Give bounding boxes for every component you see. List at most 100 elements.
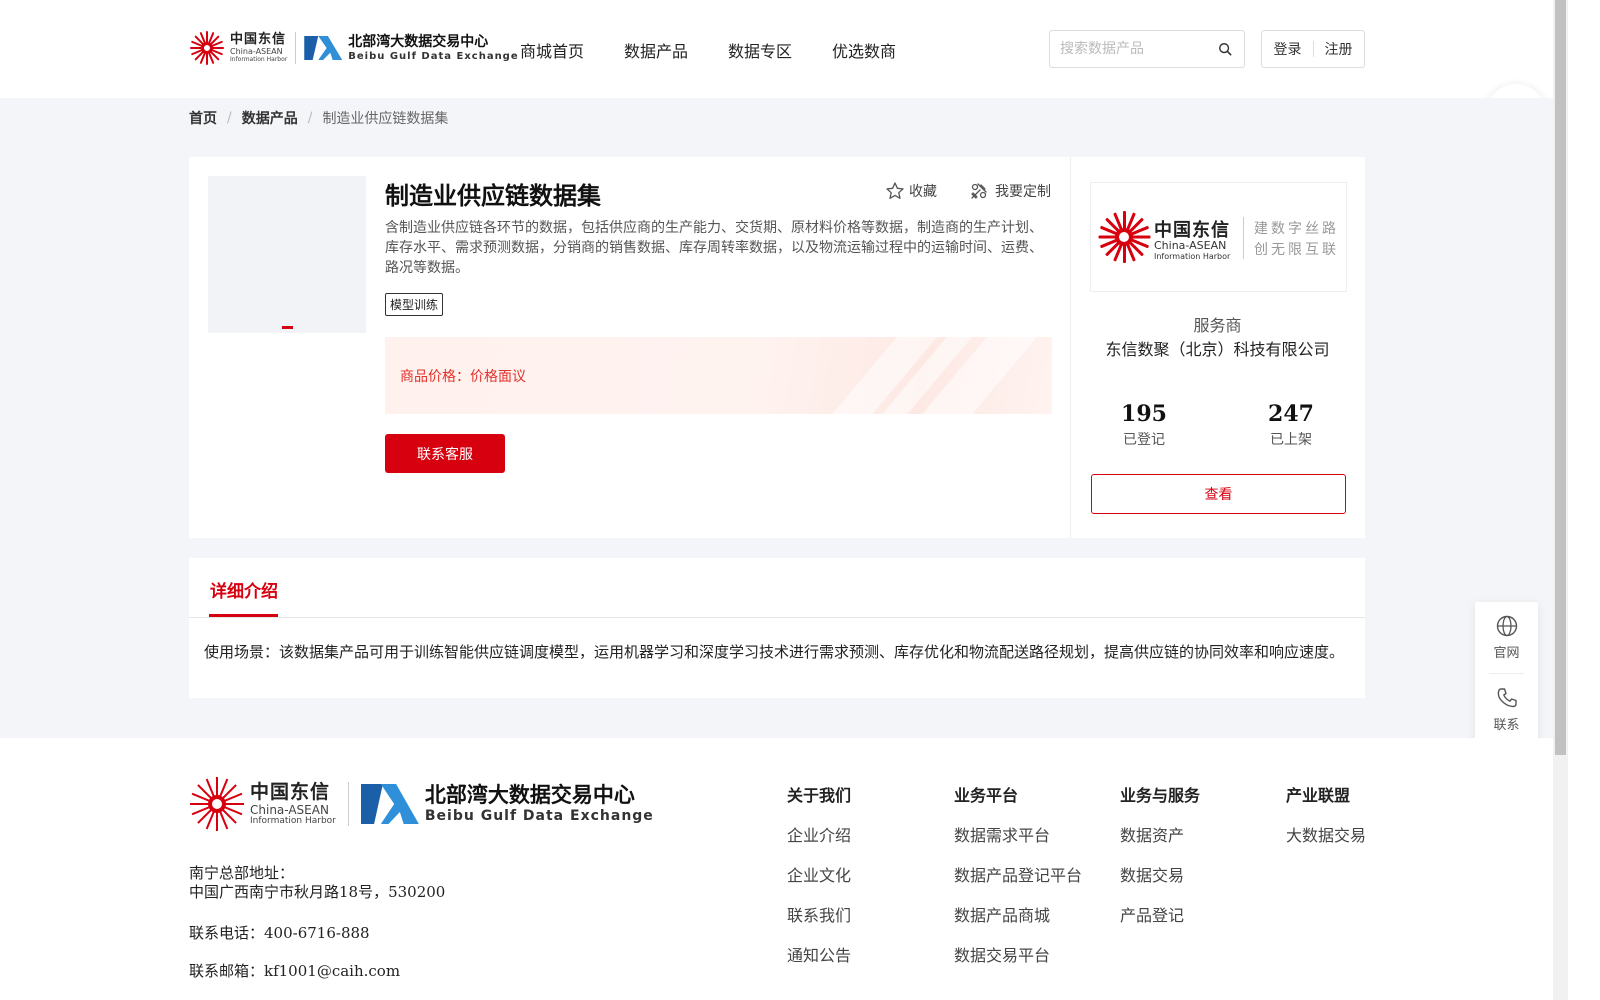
tools-icon xyxy=(971,183,987,199)
footer-link[interactable]: 数据资产 xyxy=(1120,822,1200,846)
registered-stat: 195 已登记 xyxy=(1094,401,1194,449)
registered-count: 195 xyxy=(1121,401,1167,427)
slogan-line-1: 建数字丝路 xyxy=(1254,221,1339,237)
logo-core xyxy=(1115,228,1133,246)
beibu-gulf-logo-icon xyxy=(304,34,343,62)
exchange-en: Beibu Gulf Data Exchange xyxy=(348,50,519,62)
main-nav: 商城首页 数据产品 数据专区 优选数商 xyxy=(520,38,896,62)
customize-button[interactable]: 我要定制 xyxy=(969,181,1051,201)
footer: 中国东信 China-ASEAN Information Harbor 北部湾大… xyxy=(0,738,1553,1000)
right-gutter xyxy=(1568,0,1600,1000)
scrollbar-thumb[interactable] xyxy=(1555,0,1566,755)
footer-link[interactable]: 数据交易 xyxy=(1120,862,1200,886)
footer-link[interactable]: 通知公告 xyxy=(787,942,851,966)
product-title: 制造业供应链数据集 xyxy=(385,182,601,210)
footer-link[interactable]: 联系我们 xyxy=(787,902,851,926)
nav-mall-home[interactable]: 商城首页 xyxy=(520,38,584,62)
listed-label: 已上架 xyxy=(1270,432,1312,448)
product-description: 含制造业供应链各环节的数据，包括供应商的生产能力、交货期、原材料价格等数据，制造… xyxy=(385,220,1043,276)
nav-data-zone[interactable]: 数据专区 xyxy=(728,38,792,62)
footer-logo: 中国东信 China-ASEAN Information Harbor 北部湾大… xyxy=(189,776,654,832)
address-label: 南宁总部地址： xyxy=(189,864,295,882)
price-text: 商品价格：价格面议 xyxy=(400,366,526,386)
footer-logo-text: 中国东信 China-ASEAN Information Harbor xyxy=(250,782,336,826)
breadcrumb-separator: / xyxy=(307,110,313,126)
footer-col-alliance: 产业联盟 大数据交易 xyxy=(1286,782,1366,862)
footer-address: 南宁总部地址： 中国广西南宁市秋月路18号，530200 xyxy=(189,864,445,902)
site-logo[interactable]: 中国东信 China-ASEAN Information Harbor 北部湾大… xyxy=(189,26,519,70)
detail-section: 详细介绍 使用场景：该数据集产品可用于训练智能供应链调度模型，运用机器学习和深度… xyxy=(189,558,1365,698)
slogan-line-2: 创无限互联 xyxy=(1254,242,1339,258)
login-link[interactable]: 登录 xyxy=(1274,39,1302,59)
breadcrumb-home[interactable]: 首页 xyxy=(189,108,217,128)
search-input[interactable] xyxy=(1050,31,1210,67)
footer-col-platform: 业务平台 数据需求平台 数据产品登记平台 数据产品商城 数据交易平台 xyxy=(954,782,1082,982)
china-asean-logo-icon xyxy=(189,30,225,66)
footer-exchange-cn: 北部湾大数据交易中心 xyxy=(424,783,635,807)
phone-icon xyxy=(1497,688,1517,708)
product-tag: 模型训练 xyxy=(385,293,444,316)
contact-button[interactable]: 联系 xyxy=(1475,686,1538,733)
logo-divider xyxy=(295,32,297,64)
footer-link[interactable]: 企业介绍 xyxy=(787,822,851,846)
search-icon[interactable] xyxy=(1218,42,1232,56)
tab-detail[interactable]: 详细介绍 xyxy=(210,577,278,602)
provider-logo-divider xyxy=(1243,217,1244,259)
footer-link[interactable]: 数据需求平台 xyxy=(954,822,1082,846)
nav-data-products[interactable]: 数据产品 xyxy=(624,38,688,62)
footer-col-title: 业务平台 xyxy=(954,786,1019,805)
china-asean-logo-icon xyxy=(189,776,245,832)
product-card: 制造业供应链数据集 收藏 我要定制 含制造业供应链各环节的数据，包括供应商的生产… xyxy=(189,157,1365,538)
price-box: 商品价格：价格面议 xyxy=(385,337,1052,414)
globe-icon xyxy=(1496,615,1517,637)
provider-label: 服务商 xyxy=(1193,316,1242,335)
price-value: 价格面议 xyxy=(470,369,526,385)
logo-cn: 中国东信 xyxy=(230,32,287,47)
china-asean-logo-icon xyxy=(1097,210,1151,264)
breadcrumb-category[interactable]: 数据产品 xyxy=(242,108,298,128)
product-image[interactable] xyxy=(208,176,366,333)
official-site-button[interactable]: 官网 xyxy=(1475,614,1538,661)
provider-logo[interactable]: 中国东信 China-ASEAN Information Harbor 建数字丝… xyxy=(1090,182,1347,292)
contact-support-button[interactable]: 联系客服 xyxy=(385,434,505,473)
tabs-divider xyxy=(189,617,1365,618)
view-provider-button[interactable]: 查看 xyxy=(1091,474,1346,514)
footer-link[interactable]: 数据产品商城 xyxy=(954,902,1082,926)
official-site-label: 官网 xyxy=(1493,646,1520,661)
auth-box: 登录 注册 xyxy=(1261,30,1365,68)
page-scrollbar[interactable] xyxy=(1553,0,1568,1000)
footer-col-title: 关于我们 xyxy=(787,786,852,805)
exchange-cn: 北部湾大数据交易中心 xyxy=(348,33,489,50)
auth-divider xyxy=(1312,41,1314,57)
beibu-gulf-logo-text: 北部湾大数据交易中心 Beibu Gulf Data Exchange xyxy=(348,35,518,62)
provider-name: 东信数聚（北京）科技有限公司 xyxy=(1105,340,1330,359)
footer-phone: 联系电话：400-6716-888 xyxy=(189,924,370,942)
listed-stat: 247 已上架 xyxy=(1241,401,1341,449)
price-label: 商品价格： xyxy=(400,369,470,385)
footer-link[interactable]: 大数据交易 xyxy=(1286,822,1366,846)
registered-label: 已登记 xyxy=(1123,432,1165,448)
star-icon xyxy=(886,182,904,199)
logo-en: China-ASEAN xyxy=(230,47,283,56)
footer-logo-divider xyxy=(347,782,349,826)
listed-count: 247 xyxy=(1268,401,1314,427)
contact-label: 联系 xyxy=(1493,718,1520,733)
footer-email: 联系邮箱：kf1001@caih.com xyxy=(189,962,401,980)
footer-link[interactable]: 产品登记 xyxy=(1120,902,1200,926)
footer-exchange-text: 北部湾大数据交易中心 Beibu Gulf Data Exchange xyxy=(424,783,654,824)
customize-label: 我要定制 xyxy=(995,184,1051,200)
favorite-label: 收藏 xyxy=(909,184,937,200)
favorite-button[interactable]: 收藏 xyxy=(885,181,937,201)
floating-side-panel: 官网 联系 xyxy=(1475,602,1538,744)
logo-core xyxy=(201,42,213,54)
nav-featured-vendors[interactable]: 优选数商 xyxy=(832,38,896,62)
footer-link[interactable]: 企业文化 xyxy=(787,862,851,886)
footer-link[interactable]: 数据产品登记平台 xyxy=(954,862,1082,886)
register-link[interactable]: 注册 xyxy=(1325,39,1353,59)
carousel-indicator[interactable] xyxy=(282,326,293,329)
footer-link[interactable]: 数据交易平台 xyxy=(954,942,1082,966)
footer-col-title: 业务与服务 xyxy=(1120,786,1201,805)
footer-col-title: 产业联盟 xyxy=(1286,786,1351,805)
float-divider xyxy=(1489,673,1524,674)
china-asean-logo-text: 中国东信 China-ASEAN Information Harbor xyxy=(230,33,287,63)
